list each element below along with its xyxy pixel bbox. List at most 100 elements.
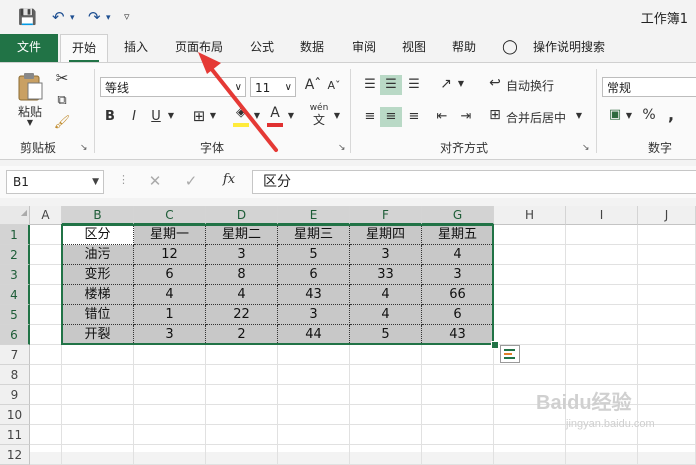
table-cell[interactable]: 2 [206,325,278,345]
empty-cell[interactable] [638,245,696,265]
tab-home[interactable]: 开始 [60,34,108,63]
insert-function-button[interactable]: fx [218,172,240,187]
empty-cell[interactable] [206,405,278,425]
empty-cell[interactable] [30,345,62,365]
empty-cell[interactable] [422,365,494,385]
table-cell[interactable]: 5 [278,245,350,265]
tab-data[interactable]: 数据 [292,34,332,62]
empty-cell[interactable] [422,405,494,425]
undo-icon[interactable]: ↶ [52,8,65,26]
table-cell[interactable]: 4 [206,285,278,305]
empty-cell[interactable] [638,385,696,405]
cut-icon[interactable]: ✂ [52,69,72,87]
empty-cell[interactable] [30,245,62,265]
empty-cell[interactable] [278,365,350,385]
empty-cell[interactable] [30,405,62,425]
format-painter-icon[interactable]: 🖌 [52,115,72,130]
table-cell[interactable]: 4 [350,305,422,325]
table-cell[interactable]: 4 [422,245,494,265]
enter-icon[interactable]: ✓ [182,172,200,190]
empty-cell[interactable] [278,345,350,365]
empty-cell[interactable] [62,365,134,385]
font-dialog-launcher-icon[interactable]: ↘ [338,143,346,153]
select-all-corner[interactable]: ◢ [0,206,30,225]
empty-cell[interactable] [30,305,62,325]
table-header-cell[interactable]: 区分 [62,225,134,245]
table-cell[interactable]: 4 [134,285,206,305]
empty-cell[interactable] [350,405,422,425]
table-cell[interactable]: 油污 [62,245,134,265]
empty-cell[interactable] [30,285,62,305]
table-cell[interactable]: 错位 [62,305,134,325]
comma-style-button[interactable]: , [664,105,678,124]
empty-cell[interactable] [566,345,638,365]
empty-cell[interactable] [422,425,494,445]
table-cell[interactable]: 变形 [62,265,134,285]
row-header[interactable]: 4 [0,285,30,305]
table-cell[interactable]: 22 [206,305,278,325]
accounting-format-icon[interactable]: ▣ [606,107,624,122]
empty-cell[interactable] [638,225,696,245]
paste-button[interactable] [14,71,46,101]
tell-me-search[interactable]: 操作说明搜索 [526,34,612,62]
empty-cell[interactable] [494,285,566,305]
empty-cell[interactable] [30,425,62,445]
empty-cell[interactable] [494,365,566,385]
empty-cell[interactable] [350,445,422,465]
redo-icon[interactable]: ↷ [88,8,101,26]
row-header[interactable]: 11 [0,425,30,445]
shrink-font-icon[interactable]: Aˇ [324,79,344,92]
empty-cell[interactable] [566,365,638,385]
row-header[interactable]: 2 [0,245,30,265]
merge-center-button[interactable]: 合并后居中 [506,109,566,126]
row-header[interactable]: 10 [0,405,30,425]
borders-dropdown-icon[interactable]: ▼ [208,111,218,120]
empty-cell[interactable] [638,265,696,285]
empty-cell[interactable] [638,325,696,345]
fill-color-icon[interactable]: ◈ [232,105,250,127]
empty-cell[interactable] [134,405,206,425]
column-header[interactable]: B [62,206,134,225]
align-bottom-icon[interactable]: ☰ [404,75,424,95]
borders-icon[interactable]: ⊞ [190,107,208,125]
align-left-icon[interactable]: ≡ [360,107,380,127]
table-cell[interactable]: 3 [422,265,494,285]
table-cell[interactable]: 8 [206,265,278,285]
empty-cell[interactable] [350,365,422,385]
empty-cell[interactable] [566,305,638,325]
table-cell[interactable]: 3 [134,325,206,345]
empty-cell[interactable] [134,345,206,365]
table-cell[interactable]: 6 [278,265,350,285]
column-header[interactable]: D [206,206,278,225]
underline-button[interactable]: U [148,109,164,124]
empty-cell[interactable] [566,325,638,345]
empty-cell[interactable] [62,405,134,425]
empty-cell[interactable] [62,445,134,465]
font-color-icon[interactable]: A [266,105,284,127]
table-header-cell[interactable]: 星期二 [206,225,278,245]
cancel-icon[interactable]: ✕ [146,172,164,190]
table-header-cell[interactable]: 星期四 [350,225,422,245]
clipboard-dialog-launcher-icon[interactable]: ↘ [80,143,88,153]
alignment-dialog-launcher-icon[interactable]: ↘ [582,143,590,153]
empty-cell[interactable] [350,385,422,405]
table-header-cell[interactable]: 星期一 [134,225,206,245]
empty-cell[interactable] [350,425,422,445]
table-header-cell[interactable]: 星期三 [278,225,350,245]
empty-cell[interactable] [494,245,566,265]
font-name-select[interactable]: 等线 ∨ [100,77,246,97]
empty-cell[interactable] [206,385,278,405]
phonetic-dropdown-icon[interactable]: ▼ [332,111,342,120]
table-cell[interactable]: 6 [422,305,494,325]
table-cell[interactable]: 33 [350,265,422,285]
orientation-dropdown-icon[interactable]: ▼ [456,79,466,88]
formula-input[interactable]: 区分 [252,170,696,194]
table-cell[interactable]: 66 [422,285,494,305]
empty-cell[interactable] [30,325,62,345]
empty-cell[interactable] [494,225,566,245]
wrap-text-icon[interactable]: ↩ [486,75,504,91]
copy-icon[interactable]: ⧉ [52,93,72,108]
empty-cell[interactable] [566,265,638,285]
row-header[interactable]: 12 [0,445,30,465]
merge-dropdown-icon[interactable]: ▼ [574,111,584,120]
